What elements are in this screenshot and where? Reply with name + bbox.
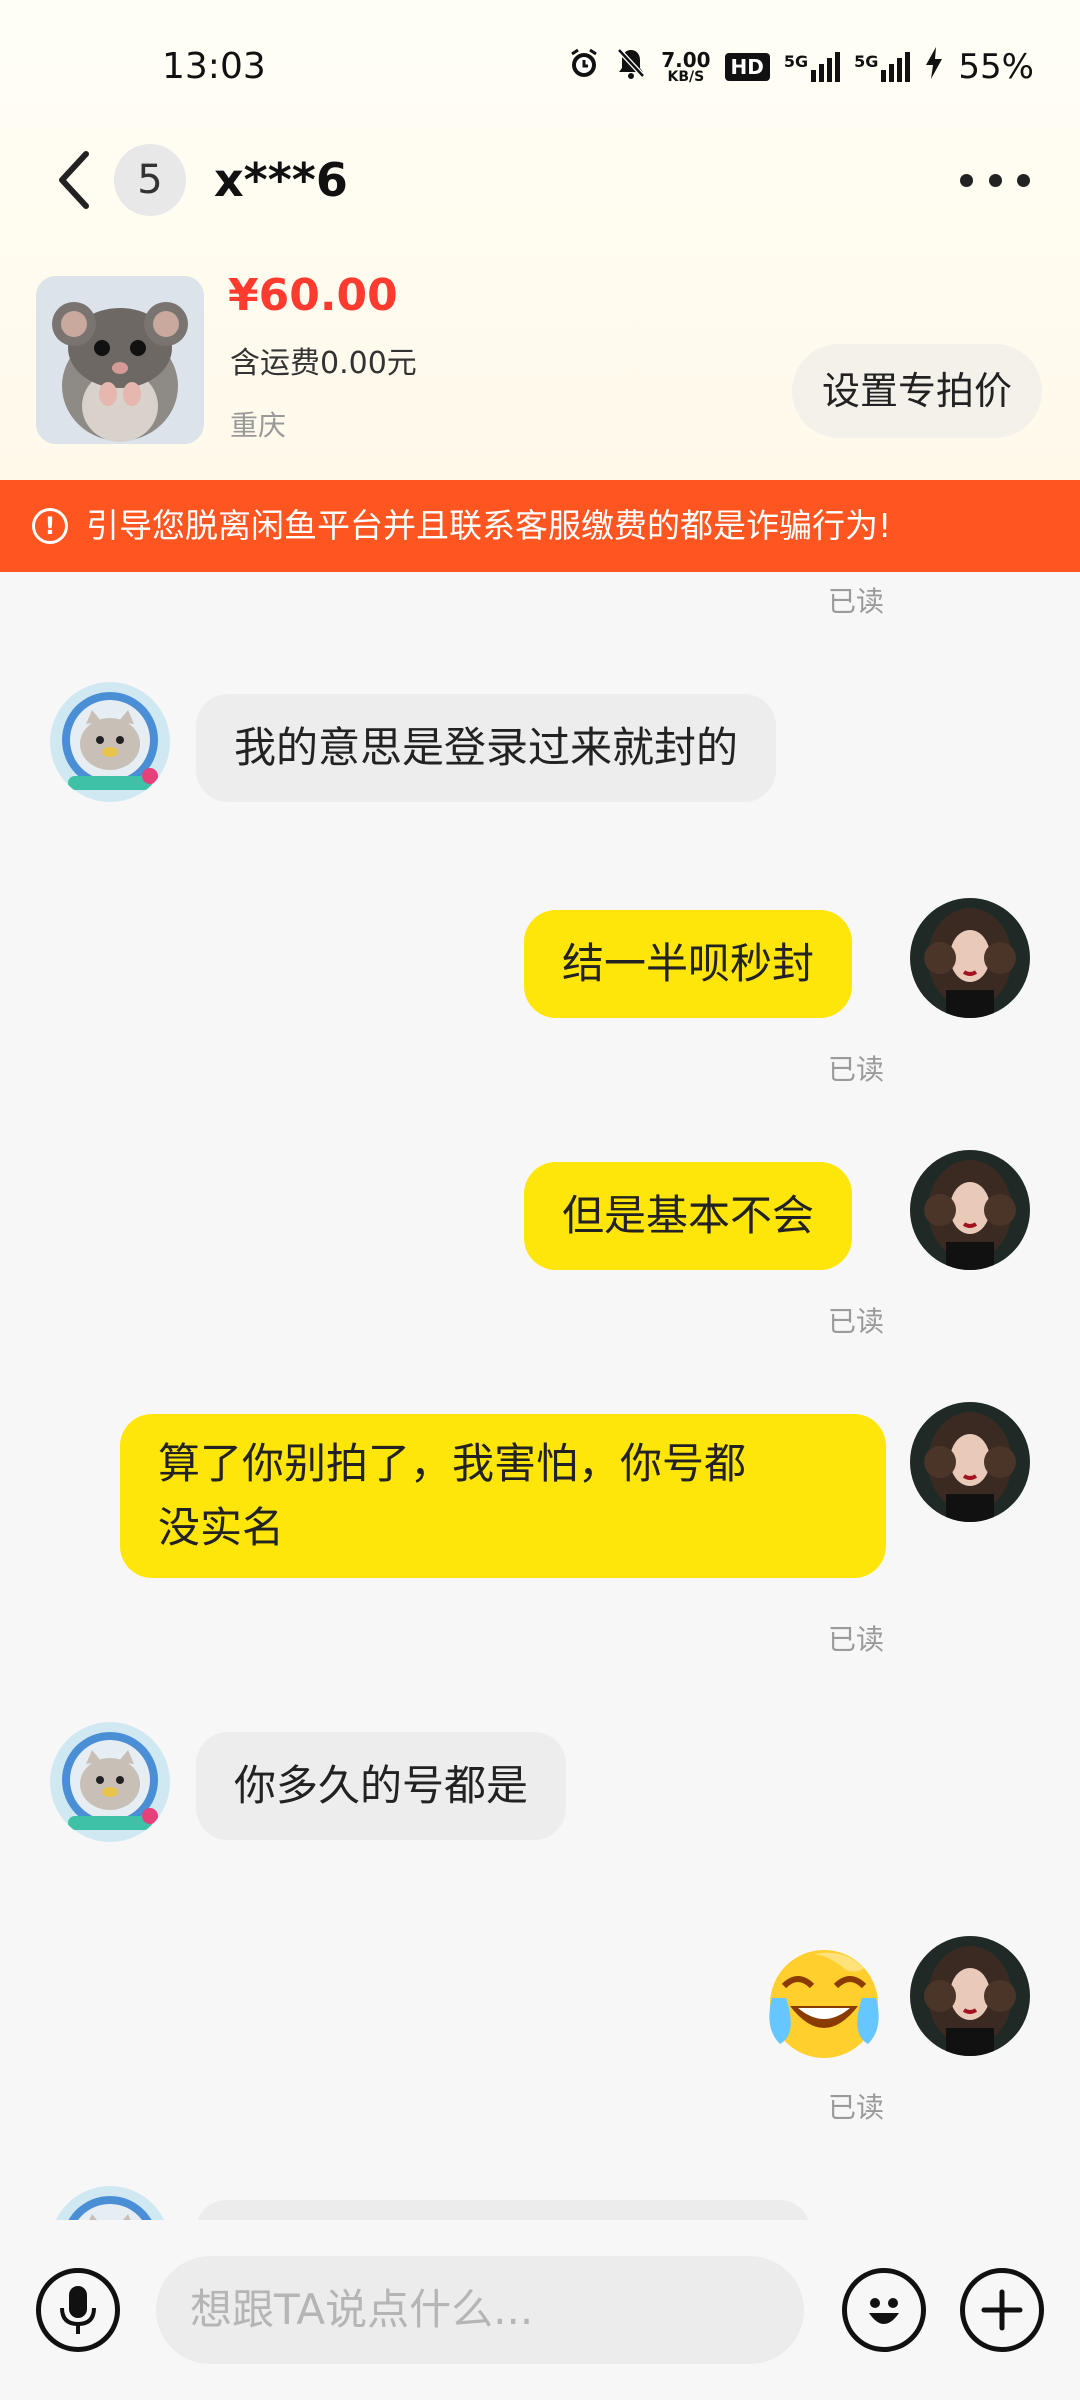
back-arrow-icon[interactable]: [50, 144, 100, 216]
status-icons: 7.00 KB/S HD 5G 5G 55%: [567, 46, 1034, 88]
product-card[interactable]: ¥60.00 含运费0.00元 重庆 设置专拍价: [0, 264, 1080, 454]
plus-icon[interactable]: [960, 2268, 1044, 2352]
emoji-icon[interactable]: [842, 2268, 926, 2352]
message-line: 算了你别拍了，我害怕，你号都: [158, 1439, 747, 1488]
hd-icon: HD: [724, 53, 770, 81]
my-avatar[interactable]: [910, 898, 1030, 1018]
contact-avatar[interactable]: [50, 682, 170, 802]
chat-title[interactable]: x***6: [214, 144, 348, 216]
net-speed: 7.00 KB/S: [661, 48, 711, 85]
message-line: 没实名: [158, 1503, 285, 1552]
mute-bell-icon: [615, 46, 647, 88]
my-avatar[interactable]: [910, 1150, 1030, 1270]
message-composer: 想跟TA说点什么...: [0, 2220, 1080, 2400]
read-receipt: 已读: [828, 585, 885, 618]
message-bubble-left[interactable]: 你多久的号都是: [196, 1732, 567, 1840]
contact-avatar[interactable]: [50, 1722, 170, 1842]
alarm-icon: [567, 46, 601, 88]
product-thumbnail[interactable]: [36, 276, 204, 444]
signal-icon-1: 5G: [784, 52, 841, 82]
more-dots-icon[interactable]: [960, 160, 1030, 200]
shipping-fee: 含运费0.00元: [230, 346, 417, 381]
message-bubble-left[interactable]: 我的意思是登录过来就封的: [196, 694, 777, 802]
status-time: 13:03: [162, 46, 266, 87]
signal-icon-2: 5G: [854, 52, 911, 82]
set-special-price-button[interactable]: 设置专拍价: [791, 344, 1042, 438]
status-bar: 13:03 7.00 KB/S HD 5G 5G 55%: [0, 0, 1080, 130]
battery-percent: 55%: [958, 47, 1034, 87]
warning-icon: !: [32, 508, 68, 544]
unread-count-badge[interactable]: 5: [114, 144, 186, 216]
warning-text: 引导您脱离闲鱼平台并且联系客服缴费的都是诈骗行为!: [86, 506, 892, 545]
laughing-crying-emoji-icon[interactable]: [762, 1946, 886, 2062]
product-price: ¥60.00: [228, 270, 398, 321]
my-avatar[interactable]: [910, 1402, 1030, 1522]
my-avatar[interactable]: [910, 1936, 1030, 2056]
message-bubble-right[interactable]: 结一半呗秒封: [524, 910, 853, 1018]
message-bubble-right[interactable]: 算了你别拍了，我害怕，你号都 没实名: [120, 1414, 886, 1578]
microphone-icon[interactable]: [36, 2268, 120, 2352]
read-receipt: 已读: [828, 2091, 885, 2124]
read-receipt: 已读: [828, 1305, 885, 1338]
read-receipt: 已读: [828, 1623, 885, 1656]
contact-avatar: [50, 2186, 170, 2220]
message-input[interactable]: 想跟TA说点什么...: [156, 2256, 804, 2364]
charging-icon: [924, 47, 944, 87]
product-location: 重庆: [230, 409, 287, 442]
chat-header: 5 x***6: [0, 130, 1080, 230]
fraud-warning-banner: ! 引导您脱离闲鱼平台并且联系客服缴费的都是诈骗行为!: [0, 480, 1080, 572]
message-bubble-right[interactable]: 但是基本不会: [524, 1162, 853, 1270]
read-receipt: 已读: [828, 1053, 885, 1086]
